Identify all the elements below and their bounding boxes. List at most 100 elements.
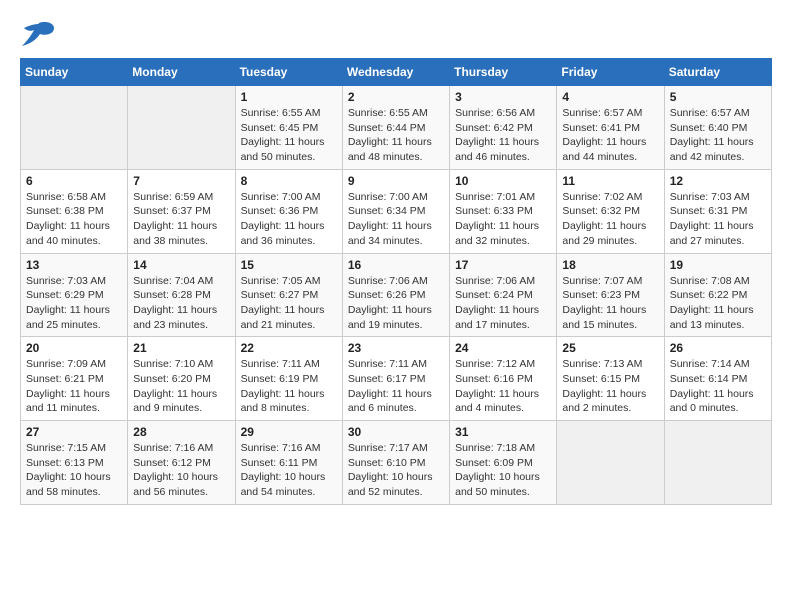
calendar-cell: 26 Sunrise: 7:14 AMSunset: 6:14 PMDayligh… [664, 337, 771, 421]
day-number: 1 [241, 90, 337, 104]
calendar-cell: 6 Sunrise: 6:58 AMSunset: 6:38 PMDaylight… [21, 169, 128, 253]
day-header-sunday: Sunday [21, 59, 128, 86]
day-number: 15 [241, 258, 337, 272]
day-number: 29 [241, 425, 337, 439]
calendar-cell: 22 Sunrise: 7:11 AMSunset: 6:19 PMDayligh… [235, 337, 342, 421]
day-number: 21 [133, 341, 229, 355]
week-row-1: 1 Sunrise: 6:55 AMSunset: 6:45 PMDaylight… [21, 86, 772, 170]
day-info: Sunrise: 7:16 AMSunset: 6:11 PMDaylight:… [241, 441, 337, 500]
day-info: Sunrise: 6:55 AMSunset: 6:44 PMDaylight:… [348, 106, 444, 165]
day-info: Sunrise: 7:04 AMSunset: 6:28 PMDaylight:… [133, 274, 229, 333]
calendar-cell: 24 Sunrise: 7:12 AMSunset: 6:16 PMDayligh… [450, 337, 557, 421]
day-info: Sunrise: 7:05 AMSunset: 6:27 PMDaylight:… [241, 274, 337, 333]
calendar-cell: 18Sunrise: 7:07 AMSunset: 6:23 PMDayligh… [557, 253, 664, 337]
calendar-cell: 1 Sunrise: 6:55 AMSunset: 6:45 PMDaylight… [235, 86, 342, 170]
day-number: 4 [562, 90, 658, 104]
day-info: Sunrise: 6:57 AMSunset: 6:41 PMDaylight:… [562, 106, 658, 165]
day-info: Sunrise: 7:02 AMSunset: 6:32 PMDaylight:… [562, 190, 658, 249]
day-info: Sunrise: 7:07 AMSunset: 6:23 PMDaylight:… [562, 274, 658, 333]
calendar-cell: 12 Sunrise: 7:03 AMSunset: 6:31 PMDayligh… [664, 169, 771, 253]
day-info: Sunrise: 6:58 AMSunset: 6:38 PMDaylight:… [26, 190, 122, 249]
calendar-cell: 7 Sunrise: 6:59 AMSunset: 6:37 PMDaylight… [128, 169, 235, 253]
day-number: 27 [26, 425, 122, 439]
day-info: Sunrise: 7:12 AMSunset: 6:16 PMDaylight:… [455, 357, 551, 416]
day-info: Sunrise: 6:59 AMSunset: 6:37 PMDaylight:… [133, 190, 229, 249]
day-number: 14 [133, 258, 229, 272]
calendar: SundayMondayTuesdayWednesdayThursdayFrid… [20, 58, 772, 505]
calendar-cell: 2 Sunrise: 6:55 AMSunset: 6:44 PMDaylight… [342, 86, 449, 170]
day-number: 10 [455, 174, 551, 188]
day-info: Sunrise: 7:00 AMSunset: 6:34 PMDaylight:… [348, 190, 444, 249]
calendar-cell: 11 Sunrise: 7:02 AMSunset: 6:32 PMDayligh… [557, 169, 664, 253]
day-header-wednesday: Wednesday [342, 59, 449, 86]
day-header-tuesday: Tuesday [235, 59, 342, 86]
day-number: 24 [455, 341, 551, 355]
day-info: Sunrise: 7:11 AMSunset: 6:19 PMDaylight:… [241, 357, 337, 416]
day-number: 31 [455, 425, 551, 439]
day-header-friday: Friday [557, 59, 664, 86]
calendar-cell: 15 Sunrise: 7:05 AMSunset: 6:27 PMDayligh… [235, 253, 342, 337]
calendar-cell: 17 Sunrise: 7:06 AMSunset: 6:24 PMDayligh… [450, 253, 557, 337]
day-number: 17 [455, 258, 551, 272]
day-info: Sunrise: 6:56 AMSunset: 6:42 PMDaylight:… [455, 106, 551, 165]
day-info: Sunrise: 7:13 AMSunset: 6:15 PMDaylight:… [562, 357, 658, 416]
calendar-cell: 30 Sunrise: 7:17 AMSunset: 6:10 PMDayligh… [342, 421, 449, 505]
calendar-cell: 27Sunrise: 7:15 AMSunset: 6:13 PMDayligh… [21, 421, 128, 505]
calendar-cell: 9 Sunrise: 7:00 AMSunset: 6:34 PMDaylight… [342, 169, 449, 253]
day-number: 11 [562, 174, 658, 188]
calendar-cell [557, 421, 664, 505]
day-number: 19 [670, 258, 766, 272]
calendar-cell: 28Sunrise: 7:16 AMSunset: 6:12 PMDayligh… [128, 421, 235, 505]
day-number: 8 [241, 174, 337, 188]
logo [20, 20, 60, 48]
day-info: Sunrise: 7:14 AMSunset: 6:14 PMDaylight:… [670, 357, 766, 416]
logo-icon [20, 20, 56, 48]
day-number: 5 [670, 90, 766, 104]
day-info: Sunrise: 7:01 AMSunset: 6:33 PMDaylight:… [455, 190, 551, 249]
day-header-saturday: Saturday [664, 59, 771, 86]
day-number: 12 [670, 174, 766, 188]
day-header-monday: Monday [128, 59, 235, 86]
day-info: Sunrise: 6:55 AMSunset: 6:45 PMDaylight:… [241, 106, 337, 165]
day-info: Sunrise: 7:03 AMSunset: 6:31 PMDaylight:… [670, 190, 766, 249]
day-info: Sunrise: 7:06 AMSunset: 6:24 PMDaylight:… [455, 274, 551, 333]
day-number: 16 [348, 258, 444, 272]
calendar-cell [664, 421, 771, 505]
day-number: 26 [670, 341, 766, 355]
day-info: Sunrise: 7:00 AMSunset: 6:36 PMDaylight:… [241, 190, 337, 249]
calendar-cell: 13 Sunrise: 7:03 AMSunset: 6:29 PMDayligh… [21, 253, 128, 337]
calendar-cell [21, 86, 128, 170]
calendar-cell: 20 Sunrise: 7:09 AMSunset: 6:21 PMDayligh… [21, 337, 128, 421]
day-number: 13 [26, 258, 122, 272]
day-info: Sunrise: 7:16 AMSunset: 6:12 PMDaylight:… [133, 441, 229, 500]
calendar-cell: 21 Sunrise: 7:10 AMSunset: 6:20 PMDayligh… [128, 337, 235, 421]
day-number: 22 [241, 341, 337, 355]
day-number: 2 [348, 90, 444, 104]
header [20, 20, 772, 48]
day-info: Sunrise: 7:10 AMSunset: 6:20 PMDaylight:… [133, 357, 229, 416]
calendar-cell: 25Sunrise: 7:13 AMSunset: 6:15 PMDayligh… [557, 337, 664, 421]
day-number: 3 [455, 90, 551, 104]
day-info: Sunrise: 7:17 AMSunset: 6:10 PMDaylight:… [348, 441, 444, 500]
day-info: Sunrise: 7:06 AMSunset: 6:26 PMDaylight:… [348, 274, 444, 333]
calendar-cell: 10 Sunrise: 7:01 AMSunset: 6:33 PMDayligh… [450, 169, 557, 253]
day-number: 23 [348, 341, 444, 355]
day-info: Sunrise: 7:09 AMSunset: 6:21 PMDaylight:… [26, 357, 122, 416]
week-row-5: 27Sunrise: 7:15 AMSunset: 6:13 PMDayligh… [21, 421, 772, 505]
day-number: 6 [26, 174, 122, 188]
calendar-cell: 14 Sunrise: 7:04 AMSunset: 6:28 PMDayligh… [128, 253, 235, 337]
calendar-cell: 31Sunrise: 7:18 AMSunset: 6:09 PMDayligh… [450, 421, 557, 505]
calendar-cell: 4 Sunrise: 6:57 AMSunset: 6:41 PMDaylight… [557, 86, 664, 170]
day-number: 30 [348, 425, 444, 439]
calendar-cell: 19 Sunrise: 7:08 AMSunset: 6:22 PMDayligh… [664, 253, 771, 337]
calendar-cell: 3 Sunrise: 6:56 AMSunset: 6:42 PMDaylight… [450, 86, 557, 170]
day-number: 7 [133, 174, 229, 188]
day-number: 9 [348, 174, 444, 188]
day-info: Sunrise: 6:57 AMSunset: 6:40 PMDaylight:… [670, 106, 766, 165]
day-number: 20 [26, 341, 122, 355]
week-row-3: 13 Sunrise: 7:03 AMSunset: 6:29 PMDayligh… [21, 253, 772, 337]
day-info: Sunrise: 7:03 AMSunset: 6:29 PMDaylight:… [26, 274, 122, 333]
calendar-cell: 23Sunrise: 7:11 AMSunset: 6:17 PMDayligh… [342, 337, 449, 421]
day-info: Sunrise: 7:08 AMSunset: 6:22 PMDaylight:… [670, 274, 766, 333]
calendar-cell: 5 Sunrise: 6:57 AMSunset: 6:40 PMDaylight… [664, 86, 771, 170]
